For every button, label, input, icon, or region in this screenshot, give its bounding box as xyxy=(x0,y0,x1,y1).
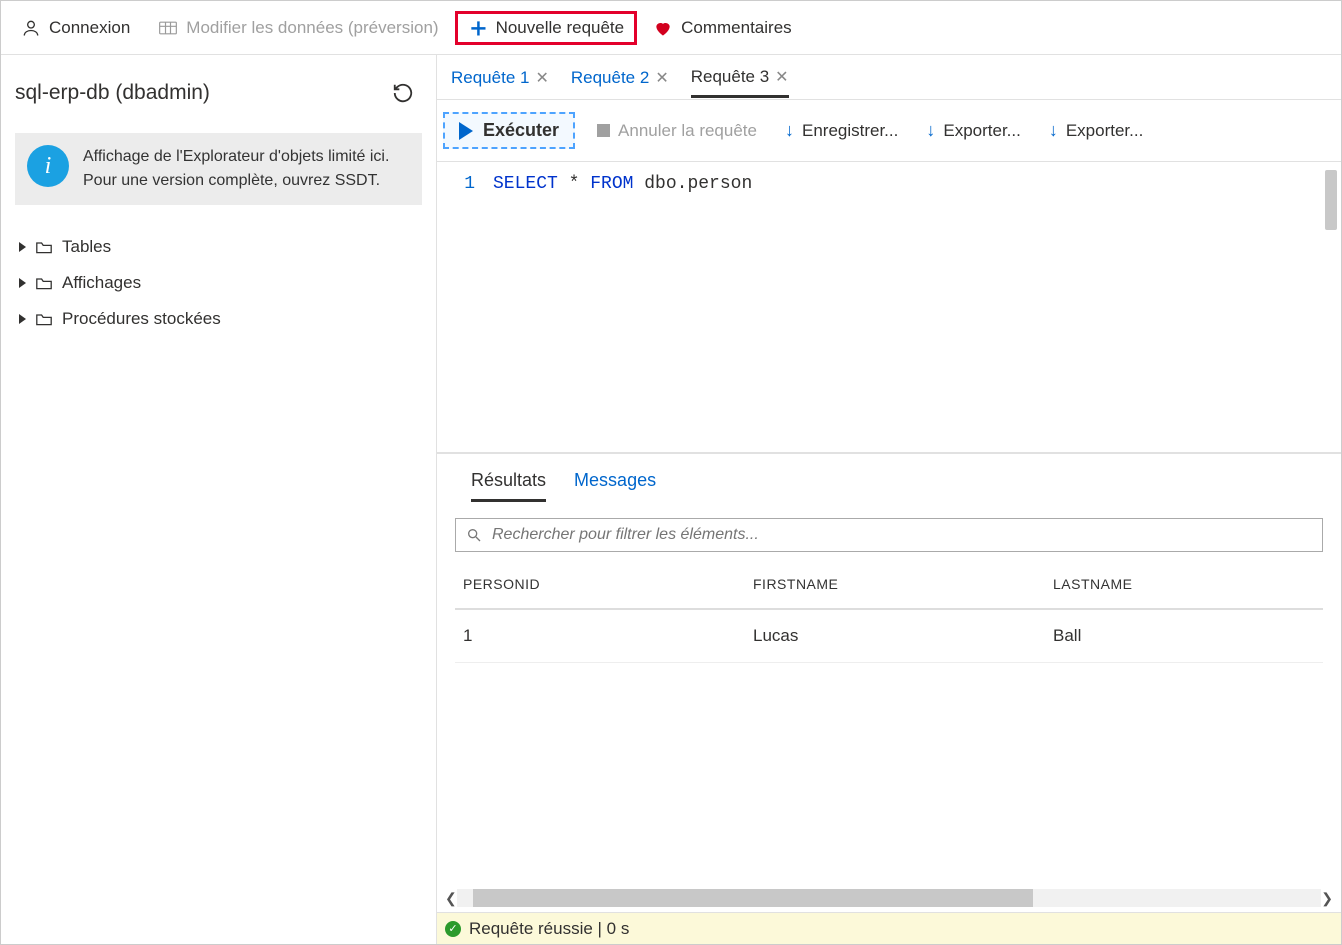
tree-item-procedures[interactable]: Procédures stockées xyxy=(15,301,422,337)
play-icon xyxy=(459,122,473,140)
line-number: 1 xyxy=(437,174,475,194)
query-tab-3[interactable]: Requête 3 ✕ xyxy=(691,67,789,98)
close-icon[interactable]: ✕ xyxy=(775,67,788,87)
tab-messages[interactable]: Messages xyxy=(574,470,656,502)
login-button[interactable]: Connexion xyxy=(9,12,142,44)
feedback-label: Commentaires xyxy=(681,18,792,38)
new-query-button[interactable]: Nouvelle requête xyxy=(455,11,638,45)
col-header[interactable]: LASTNAME xyxy=(1053,576,1315,592)
tab-label: Requête 1 xyxy=(451,68,529,88)
plus-icon xyxy=(468,18,488,38)
tree-item-label: Affichages xyxy=(62,273,141,293)
caret-icon xyxy=(19,278,26,288)
user-icon xyxy=(21,18,41,38)
results-search-input[interactable] xyxy=(490,525,1312,545)
cell-lastname: Ball xyxy=(1053,626,1315,646)
save-button[interactable]: ↓ Enregistrer... xyxy=(779,114,904,147)
tree-item-label: Tables xyxy=(62,237,111,257)
db-edit-icon xyxy=(158,19,178,37)
cell-personid: 1 xyxy=(463,626,753,646)
scroll-thumb[interactable] xyxy=(473,889,1033,907)
query-toolbar: Exécuter Annuler la requête ↓ Enregistre… xyxy=(437,99,1341,162)
info-banner: i Affichage de l'Explorateur d'objets li… xyxy=(15,133,422,205)
result-tab-bar: Résultats Messages xyxy=(437,454,1341,502)
tab-label: Requête 2 xyxy=(571,68,649,88)
query-tab-bar: Requête 1 ✕ Requête 2 ✕ Requête 3 ✕ xyxy=(437,55,1341,99)
db-title: sql-erp-db (dbadmin) xyxy=(15,81,210,105)
table-row[interactable]: 1 Lucas Ball xyxy=(455,610,1323,663)
save-label: Enregistrer... xyxy=(802,121,898,141)
success-icon: ✓ xyxy=(445,921,461,937)
tab-results[interactable]: Résultats xyxy=(471,470,546,502)
status-bar: ✓ Requête réussie | 0 s xyxy=(437,912,1341,944)
execute-button[interactable]: Exécuter xyxy=(443,112,575,149)
cancel-label: Annuler la requête xyxy=(618,121,757,141)
folder-icon xyxy=(34,239,54,255)
sql-editor[interactable]: 1 SELECT * FROM dbo.person xyxy=(437,162,1341,452)
tree-item-label: Procédures stockées xyxy=(62,309,221,329)
export-label: Exporter... xyxy=(943,121,1020,141)
query-tab-2[interactable]: Requête 2 ✕ xyxy=(571,68,669,96)
col-header[interactable]: PERSONID xyxy=(463,576,753,592)
close-icon[interactable]: ✕ xyxy=(535,68,548,88)
col-header[interactable]: FIRSTNAME xyxy=(753,576,1053,592)
info-text: Affichage de l'Explorateur d'objets limi… xyxy=(83,145,410,193)
scroll-right-icon[interactable]: ❯ xyxy=(1321,890,1333,907)
scroll-left-icon[interactable]: ❮ xyxy=(445,890,457,907)
line-gutter: 1 xyxy=(437,174,493,440)
folder-icon xyxy=(34,311,54,327)
search-icon xyxy=(466,527,482,543)
results-pane: Résultats Messages PERSONID FIRSTNAME LA… xyxy=(437,452,1341,944)
table-header-row: PERSONID FIRSTNAME LASTNAME xyxy=(455,560,1323,610)
folder-icon xyxy=(34,275,54,291)
stop-icon xyxy=(597,124,610,137)
edit-data-button[interactable]: Modifier les données (préversion) xyxy=(146,12,450,44)
results-search[interactable] xyxy=(455,518,1323,552)
results-table: PERSONID FIRSTNAME LASTNAME 1 Lucas Ball xyxy=(437,560,1341,884)
close-icon[interactable]: ✕ xyxy=(655,68,668,88)
download-icon: ↓ xyxy=(785,120,794,141)
results-hscrollbar[interactable]: ❮ ❯ xyxy=(439,884,1339,912)
cancel-query-button[interactable]: Annuler la requête xyxy=(591,115,763,147)
new-query-label: Nouvelle requête xyxy=(496,18,625,38)
top-toolbar: Connexion Modifier les données (préversi… xyxy=(1,1,1341,55)
tree-item-tables[interactable]: Tables xyxy=(15,229,422,265)
feedback-button[interactable]: Commentaires xyxy=(641,12,804,44)
download-icon: ↓ xyxy=(1049,120,1058,141)
heart-icon xyxy=(653,18,673,38)
download-icon: ↓ xyxy=(926,120,935,141)
refresh-icon[interactable] xyxy=(392,82,414,104)
object-explorer-sidebar: sql-erp-db (dbadmin) i Affichage de l'Ex… xyxy=(1,55,437,944)
status-text: Requête réussie | 0 s xyxy=(469,919,629,939)
info-icon: i xyxy=(27,145,69,187)
cell-firstname: Lucas xyxy=(753,626,1053,646)
execute-label: Exécuter xyxy=(483,120,559,141)
object-tree: Tables Affichages Procédures stockées xyxy=(1,219,436,347)
export-label: Exporter... xyxy=(1066,121,1143,141)
edit-data-label: Modifier les données (préversion) xyxy=(186,18,438,38)
login-label: Connexion xyxy=(49,18,130,38)
tab-label: Requête 3 xyxy=(691,67,769,87)
editor-scrollbar[interactable] xyxy=(1325,170,1337,230)
export-button-2[interactable]: ↓ Exporter... xyxy=(1043,114,1149,147)
tree-item-views[interactable]: Affichages xyxy=(15,265,422,301)
caret-icon xyxy=(19,314,26,324)
code-line: SELECT * FROM dbo.person xyxy=(493,174,752,440)
export-button-1[interactable]: ↓ Exporter... xyxy=(920,114,1026,147)
caret-icon xyxy=(19,242,26,252)
query-tab-1[interactable]: Requête 1 ✕ xyxy=(451,68,549,96)
